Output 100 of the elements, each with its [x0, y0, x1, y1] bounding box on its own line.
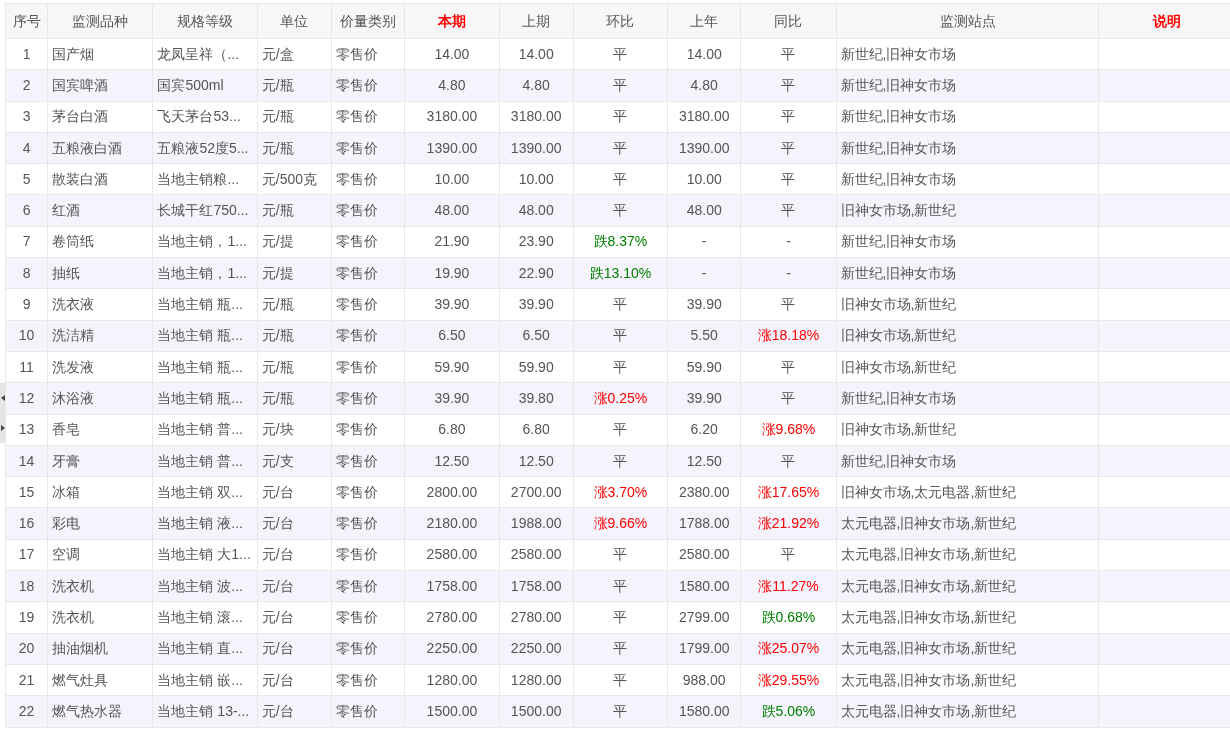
table-cell: 平 [573, 695, 668, 728]
table-cell: 平 [573, 101, 668, 133]
table-cell: 元/台 [257, 539, 332, 571]
table-cell: 10.00 [667, 163, 741, 195]
table-cell: 39.90 [667, 382, 741, 415]
table-cell: 59.90 [404, 351, 500, 383]
table-cell: 元/提 [257, 226, 332, 258]
table-cell: 4.80 [499, 69, 574, 102]
table-cell: 零售价 [331, 570, 405, 602]
table-cell: 太元电器,旧神女市场,新世纪 [836, 695, 1099, 728]
splitter-handle[interactable] [0, 383, 5, 443]
table-cell: 10 [5, 320, 48, 352]
table-cell: 元/瓶 [257, 69, 332, 102]
table-cell: 1390.00 [404, 132, 500, 164]
table-cell: 12.50 [499, 445, 574, 477]
table-cell: 跌13.10% [573, 257, 668, 289]
table-cell: 1580.00 [667, 570, 741, 602]
table-cell: 零售价 [331, 226, 405, 258]
table-cell: 长城干红750... [152, 195, 258, 227]
table-cell: 6.20 [667, 414, 741, 446]
table-cell: 当地主销，1... [152, 226, 258, 258]
table-cell: 7 [5, 226, 48, 258]
table-cell: 零售价 [331, 132, 405, 164]
table-cell: 2580.00 [499, 539, 574, 571]
table-cell: 48.00 [499, 195, 574, 227]
table-cell: 零售价 [331, 414, 405, 446]
table-cell: 新世纪,旧神女市场 [836, 445, 1099, 477]
table-cell: 平 [740, 445, 837, 477]
table-cell: 当地主销 大1... [152, 539, 258, 571]
table-cell: 11 [5, 351, 48, 383]
table-cell: 元/台 [257, 570, 332, 602]
table-cell: 太元电器,旧神女市场,新世纪 [836, 601, 1099, 634]
table-cell: 平 [573, 445, 668, 477]
table-cell: 2580.00 [404, 539, 500, 571]
table-cell: 1758.00 [499, 570, 574, 602]
table-cell: 国宾啤酒 [47, 69, 153, 102]
table-cell: 元/瓶 [257, 195, 332, 227]
table-cell: 5 [5, 163, 48, 195]
table-cell: 48.00 [667, 195, 741, 227]
table-cell: 1 [5, 38, 48, 70]
table-cell: 17 [5, 539, 48, 571]
table-cell: 新世纪,旧神女市场 [836, 226, 1099, 258]
table-cell: 9 [5, 288, 48, 321]
table-cell: 国宾500ml [152, 69, 258, 102]
table-cell: 跌0.68% [740, 601, 837, 634]
table-cell: 当地主销粮... [152, 163, 258, 195]
table-cell: - [740, 257, 837, 289]
table-cell: 零售价 [331, 539, 405, 571]
table-cell: 5.50 [667, 320, 741, 352]
table-cell: 零售价 [331, 257, 405, 289]
table-cell: 2800.00 [404, 476, 500, 508]
table-cell: 零售价 [331, 695, 405, 728]
table-cell: 太元电器,旧神女市场,新世纪 [836, 539, 1099, 571]
table-cell: 当地主销 双... [152, 476, 258, 508]
table-cell: 2780.00 [499, 601, 574, 634]
table-cell: 平 [573, 320, 668, 352]
table-cell: 茅台白酒 [47, 101, 153, 133]
table-cell: 涨18.18% [740, 320, 837, 352]
table-cell: 平 [573, 351, 668, 383]
table-cell: 新世纪,旧神女市场 [836, 132, 1099, 164]
column-header: 监测站点 [836, 3, 1099, 39]
table-cell: 元/瓶 [257, 351, 332, 383]
table-cell: 零售价 [331, 445, 405, 477]
table-cell: 19.90 [404, 257, 500, 289]
table-cell: 旧神女市场,新世纪 [836, 320, 1099, 352]
table-cell: 元/500克 [257, 163, 332, 195]
table-cell: 14 [5, 445, 48, 477]
column-header: 价量类别 [331, 3, 405, 39]
table-cell: 牙膏 [47, 445, 153, 477]
table-cell: 零售价 [331, 664, 405, 696]
table-cell: 6.80 [404, 414, 500, 446]
table-cell: 旧神女市场,新世纪 [836, 288, 1099, 321]
column-header: 环比 [573, 3, 668, 39]
table-cell: 10.00 [499, 163, 574, 195]
table-cell: 零售价 [331, 351, 405, 383]
table-cell: 平 [573, 38, 668, 70]
table-cell: 平 [573, 539, 668, 571]
table-cell: 6.50 [404, 320, 500, 352]
table-cell: 跌8.37% [573, 226, 668, 258]
table-cell: 当地主销 液... [152, 507, 258, 540]
table-cell: 平 [573, 633, 668, 665]
table-cell: 零售价 [331, 320, 405, 352]
table-cell: 当地主销 瓶... [152, 382, 258, 415]
table-cell: 20 [5, 633, 48, 665]
column-header: 上年 [667, 3, 741, 39]
table-cell: 1390.00 [667, 132, 741, 164]
table-cell: 涨17.65% [740, 476, 837, 508]
table-cell: 太元电器,旧神女市场,新世纪 [836, 570, 1099, 602]
table-cell: 洗洁精 [47, 320, 153, 352]
table-cell: 元/瓶 [257, 382, 332, 415]
table-cell: 旧神女市场,新世纪 [836, 195, 1099, 227]
table-cell: 新世纪,旧神女市场 [836, 101, 1099, 133]
table-cell: 新世纪,旧神女市场 [836, 257, 1099, 289]
table-cell: 平 [740, 351, 837, 383]
table-cell: 3 [5, 101, 48, 133]
table-cell: 2250.00 [404, 633, 500, 665]
table-cell: 洗衣机 [47, 601, 153, 634]
table-cell: 元/台 [257, 601, 332, 634]
table-cell: 元/台 [257, 633, 332, 665]
table-cell: - [667, 257, 741, 289]
